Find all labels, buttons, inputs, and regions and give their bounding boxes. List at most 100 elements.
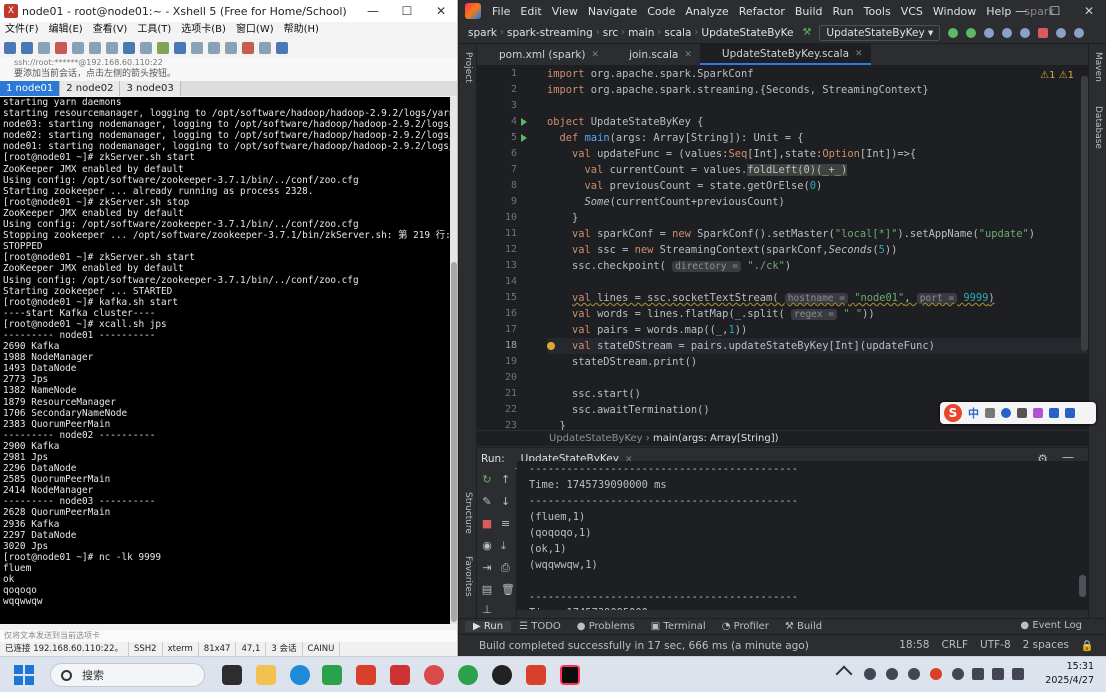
menu-file[interactable]: File [487, 5, 515, 18]
toolwindow-problems[interactable]: ● Problems [569, 621, 643, 632]
session-address[interactable]: ssh://root:******@192.168.60.110:22 [0, 58, 457, 68]
layout-icon[interactable]: ▤ [481, 583, 493, 596]
status-message[interactable]: Build completed successfully in 17 sec, … [479, 640, 809, 652]
network-icon[interactable] [886, 668, 898, 680]
crumb-method[interactable]: main(args: Array[String]) [653, 433, 779, 444]
soft-wrap-icon[interactable]: ≡ [501, 517, 510, 530]
menu-window[interactable]: 窗口(W) [231, 22, 279, 38]
status-line-separator[interactable]: CRLF [941, 639, 968, 652]
settings-icon[interactable] [1056, 27, 1067, 38]
print-icon[interactable] [123, 42, 135, 54]
crumb-object[interactable]: UpdateStateByKey [549, 433, 643, 444]
keyboard-icon[interactable] [208, 42, 220, 54]
pin-icon[interactable]: ⊥ [481, 603, 493, 616]
close-tab-icon[interactable]: ✕ [855, 49, 863, 59]
run-console-output[interactable]: ----------------------------------------… [517, 461, 1088, 610]
print-icon[interactable]: ⎙ [501, 561, 510, 575]
menu-navigate[interactable]: Navigate [583, 5, 642, 18]
menu-code[interactable]: Code [642, 5, 680, 18]
tab-updatestatebykey-scala[interactable]: UpdateStateByKey.scala ✕ [699, 44, 871, 65]
taskbar-search[interactable]: 搜索 [50, 663, 205, 687]
intellij-taskbar-icon[interactable] [560, 665, 580, 685]
task-view-icon[interactable] [222, 665, 242, 685]
xshell-taskbar-icon[interactable] [390, 665, 410, 685]
editor-scrollbar[interactable] [1081, 76, 1088, 351]
maven-tool-button[interactable]: Maven [1093, 52, 1103, 82]
maximize-icon[interactable]: ☐ [1038, 0, 1072, 22]
menu-view[interactable]: View [547, 5, 583, 18]
toolbox-icon[interactable] [1049, 408, 1059, 418]
qq-icon[interactable] [492, 665, 512, 685]
file-explorer-icon[interactable] [256, 665, 276, 685]
close-icon[interactable]: ✕ [1072, 0, 1106, 22]
status-encoding[interactable]: UTF-8 [980, 639, 1011, 652]
toolwindow-run[interactable]: ▶ Run [465, 621, 512, 632]
skin-icon[interactable] [1033, 408, 1043, 418]
cloud-icon[interactable] [864, 668, 876, 680]
menu-view[interactable]: 查看(V) [88, 22, 133, 38]
wechat-icon[interactable] [458, 665, 478, 685]
terminal-output[interactable]: starting yarn daemons starting resourcema… [0, 97, 450, 624]
wps-icon[interactable] [526, 665, 546, 685]
search-everywhere-icon[interactable] [1074, 27, 1085, 38]
project-tool-button[interactable]: Project [463, 52, 473, 83]
trash-icon[interactable]: 🗑 [501, 583, 515, 596]
battery-icon[interactable] [1012, 668, 1024, 680]
menu-edit[interactable]: 编辑(E) [44, 22, 88, 38]
warnings-indicator[interactable]: ⚠1 ⚠1 [1040, 70, 1074, 81]
open-folder-icon[interactable] [21, 42, 33, 54]
favorites-tool-button[interactable]: Favorites [463, 556, 473, 597]
build-hammer-icon[interactable]: ⚒ [802, 27, 811, 38]
toolwindow-terminal[interactable]: ▣ Terminal [643, 621, 714, 632]
sogou-logo-icon[interactable]: S [944, 404, 962, 422]
structure-tool-button[interactable]: Structure [463, 492, 473, 534]
bluetooth-icon[interactable] [908, 668, 920, 680]
status-indent[interactable]: 2 spaces [1023, 639, 1069, 652]
menu-file[interactable]: 文件(F) [0, 22, 44, 38]
copy-icon[interactable] [72, 42, 84, 54]
link-icon[interactable] [38, 42, 50, 54]
paste-icon[interactable] [89, 42, 101, 54]
help-icon[interactable] [276, 42, 288, 54]
system-clock[interactable]: 15:31 2025/4/27 [1045, 660, 1094, 688]
menu-window[interactable]: Window [928, 5, 981, 18]
crumb-file[interactable]: UpdateStateByKe [698, 27, 796, 39]
globe-icon[interactable] [174, 42, 186, 54]
code-area[interactable]: import org.apache.spark.SparkConf import… [547, 66, 1087, 430]
menu-tabs[interactable]: 选项卡(B) [176, 22, 231, 38]
camera-icon[interactable]: ◉ [481, 539, 493, 552]
coverage-icon[interactable] [984, 27, 995, 38]
fullscreen-icon[interactable] [259, 42, 271, 54]
tab-join-scala[interactable]: join.scala ✕ [607, 44, 700, 65]
modify-config-icon[interactable]: ✎ [481, 495, 493, 508]
status-caret-position[interactable]: 18:58 [899, 639, 929, 652]
lightbulb-icon[interactable] [547, 342, 555, 350]
tab-node03[interactable]: 3 node03 [120, 81, 181, 96]
minimize-icon[interactable]: — [1004, 0, 1038, 22]
run-config-select[interactable]: UpdateStateByKey ▾ [819, 24, 941, 41]
sogou-ime-toolbar[interactable]: S 中 [940, 402, 1096, 424]
stop-icon[interactable] [1038, 27, 1049, 38]
database-tool-button[interactable]: Database [1093, 106, 1103, 149]
run-gutter-icon[interactable] [521, 118, 527, 126]
arrow-down-icon[interactable]: ↓ [501, 495, 510, 508]
close-tab-icon[interactable]: ✕ [684, 50, 692, 60]
chevron-up-icon[interactable] [835, 665, 853, 683]
menu-edit[interactable]: Edit [515, 5, 546, 18]
menu-run[interactable]: Run [828, 5, 859, 18]
debug-icon[interactable] [966, 27, 977, 38]
ime-mode-toggle[interactable]: 中 [968, 405, 979, 421]
attach-icon[interactable] [1020, 27, 1031, 38]
crumb-module[interactable]: spark-streaming [504, 27, 596, 39]
crumb-spark[interactable]: spark [465, 27, 500, 39]
layout-icon[interactable] [225, 42, 237, 54]
shield-icon[interactable] [952, 668, 964, 680]
menu-tools[interactable]: 工具(T) [132, 22, 176, 38]
new-session-icon[interactable] [4, 42, 16, 54]
punctuation-icon[interactable] [985, 408, 995, 418]
toolwindow-todo[interactable]: ☰ TODO [511, 621, 569, 632]
profile-icon[interactable] [1002, 27, 1013, 38]
code-editor[interactable]: 1 2 3 4 5 6 7 8 9 10 11 12 13 14 15 16 17 18 19 20 21 22 23 im… [477, 66, 1088, 430]
menu-vcs[interactable]: VCS [896, 5, 928, 18]
console-scrollbar[interactable] [1079, 575, 1086, 597]
